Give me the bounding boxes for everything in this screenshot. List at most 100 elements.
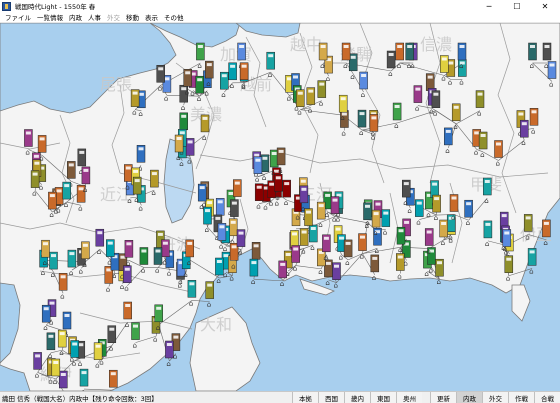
castle-unit[interactable]: ⌂ xyxy=(215,257,224,285)
castle-unit[interactable]: ⌂ xyxy=(324,259,333,287)
castle-icon: ⌂ xyxy=(318,268,322,276)
status-tab-1[interactable]: 西国 xyxy=(318,392,344,403)
clan-crest xyxy=(335,227,341,231)
clan-crest xyxy=(43,242,48,246)
menu-item-0[interactable]: ファイル xyxy=(2,12,34,22)
status-tab-4[interactable]: 奥州 xyxy=(396,392,422,403)
castle-unit[interactable]: ⌂ xyxy=(229,243,239,270)
maximize-button[interactable]: ☐ xyxy=(503,0,531,12)
clan-crest xyxy=(189,282,195,286)
clan-crest xyxy=(310,227,316,230)
clan-crest xyxy=(416,201,422,205)
clan-crest xyxy=(32,172,38,176)
castle-unit[interactable]: ⌂ xyxy=(435,258,444,286)
castle-icon: ⌂ xyxy=(126,259,130,267)
clan-crest xyxy=(82,243,88,247)
castle-icon: ⌂ xyxy=(474,148,478,156)
castle-icon: ⌂ xyxy=(231,262,235,270)
clan-crest xyxy=(239,45,245,48)
castle-unit[interactable]: ⌂ xyxy=(278,260,287,288)
clan-crest xyxy=(238,231,244,235)
menu-item-5[interactable]: 移動 xyxy=(123,12,142,22)
clan-crest xyxy=(388,53,394,56)
castle-icon: ⌂ xyxy=(256,203,260,211)
castle-icon: ⌂ xyxy=(83,186,87,194)
clan-crest xyxy=(407,45,413,48)
castle-unit[interactable]: ⌂ xyxy=(165,340,174,368)
status-tab-8[interactable]: 作戦 xyxy=(508,392,534,403)
castle-icon: ⌂ xyxy=(238,249,242,257)
castle-icon: ⌂ xyxy=(78,204,82,212)
clan-crest xyxy=(350,55,356,59)
status-tab-0[interactable]: 本拠 xyxy=(292,392,318,403)
status-tab-5[interactable]: 更新 xyxy=(430,392,456,403)
castle-icon: ⌂ xyxy=(69,269,73,277)
castle-icon: ⌂ xyxy=(60,292,64,300)
menu-item-1[interactable]: 一覧情報 xyxy=(34,12,66,22)
clan-crest xyxy=(56,189,62,193)
castle-unit[interactable]: ⌂ xyxy=(205,281,214,309)
castle-unit[interactable]: ⌂ xyxy=(332,262,341,290)
castle-icon: ⌂ xyxy=(59,349,63,357)
title-bar[interactable]: 戦国時代Light - 1550年 春 ─ ☐ ✕ xyxy=(0,0,560,12)
clan-crest xyxy=(151,172,157,176)
menu-item-2[interactable]: 内政 xyxy=(66,12,85,22)
castle-icon: ⌂ xyxy=(127,197,131,205)
clan-crest xyxy=(485,222,491,226)
clan-crest xyxy=(433,92,439,96)
map-canvas[interactable]: 加賀越中飛騨信濃越前美濃尾張三河甲斐伊豆近江丹波大和紀伊 ⌂⌂⌂⌂⌂⌂⌂⌂⌂⌂⌂… xyxy=(0,23,560,391)
menu-item-7[interactable]: その他 xyxy=(161,12,187,22)
clan-crest xyxy=(53,361,59,364)
castle-icon: ⌂ xyxy=(287,94,291,102)
close-button[interactable]: ✕ xyxy=(531,0,559,12)
castle-icon: ⌂ xyxy=(441,239,445,247)
castle-unit[interactable]: ⌂ xyxy=(249,258,259,286)
status-tab-7[interactable]: 外交 xyxy=(482,392,508,403)
clan-crest xyxy=(217,200,223,204)
clan-crest xyxy=(394,105,400,108)
clan-crest xyxy=(49,301,55,305)
menu-item-4[interactable]: 外交 xyxy=(104,12,123,22)
castle-icon: ⌂ xyxy=(345,259,349,267)
clan-crest xyxy=(466,202,472,206)
clan-crest xyxy=(308,89,314,93)
clan-crest xyxy=(325,193,331,197)
clan-crest xyxy=(187,241,193,245)
clan-crest xyxy=(278,149,284,153)
clan-crest xyxy=(459,45,465,48)
castle-icon: ⌂ xyxy=(164,94,168,102)
clan-crest xyxy=(275,176,281,180)
clan-crest xyxy=(197,78,203,82)
castle-icon: ⌂ xyxy=(25,149,29,157)
minimize-button[interactable]: ─ xyxy=(475,0,503,12)
menu-item-6[interactable]: 表示 xyxy=(142,12,161,22)
clan-crest xyxy=(166,343,172,346)
clan-crest xyxy=(43,307,49,311)
clan-crest xyxy=(125,304,131,307)
status-bar: 織田 信秀（戦国大名）内政中【残り命令回数：3回】 本拠 西国 畿内 東国 奥州 更新 内政… xyxy=(0,391,560,403)
status-tab-9[interactable]: 合戦 xyxy=(534,392,560,403)
castle-icon: ⌂ xyxy=(521,139,525,147)
castle-icon: ⌂ xyxy=(197,95,201,103)
clan-crest xyxy=(372,256,378,260)
clan-crest xyxy=(181,114,187,118)
castle-unit[interactable]: ⌂ xyxy=(59,370,68,391)
menu-item-3[interactable]: 人事 xyxy=(85,12,104,22)
clan-crest xyxy=(59,332,65,336)
clan-crest xyxy=(25,131,31,135)
castle-unit[interactable]: ⌂ xyxy=(527,248,537,275)
castle-icon: ⌂ xyxy=(56,206,60,214)
clan-crest xyxy=(320,45,326,48)
strategy-map[interactable]: 加賀越中飛騨信濃越前美濃尾張三河甲斐伊豆近江丹波大和紀伊 ⌂⌂⌂⌂⌂⌂⌂⌂⌂⌂⌂… xyxy=(0,23,560,391)
castle-icon: ⌂ xyxy=(82,261,86,269)
clan-crest xyxy=(251,261,257,265)
status-tab-6[interactable]: 内政 xyxy=(456,392,482,403)
status-tab-2[interactable]: 畿内 xyxy=(344,392,370,403)
status-tab-3[interactable]: 東国 xyxy=(370,392,396,403)
clan-crest xyxy=(404,220,410,224)
castle-icon: ⌂ xyxy=(138,204,142,212)
clan-crest xyxy=(549,63,555,67)
clan-crest xyxy=(332,198,338,202)
castle-icon: ⌂ xyxy=(132,109,136,117)
clan-crest xyxy=(207,283,213,287)
